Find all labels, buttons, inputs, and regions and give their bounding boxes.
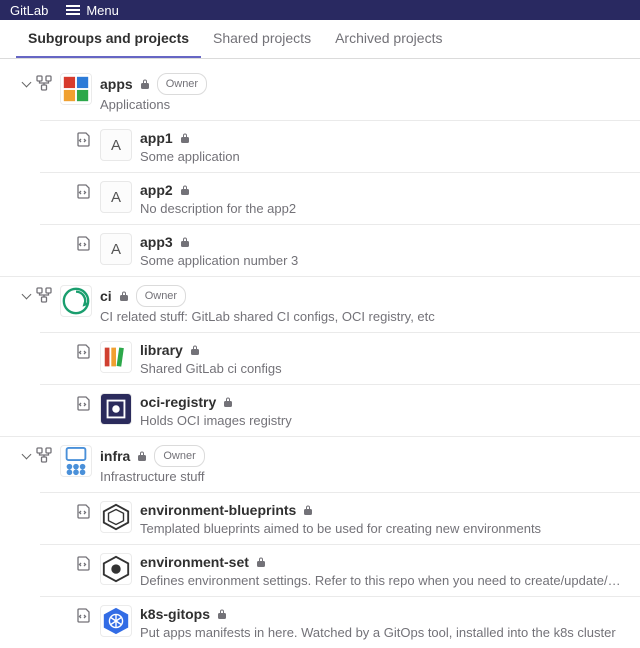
tab-shared-projects[interactable]: Shared projects bbox=[201, 20, 323, 58]
project-icon bbox=[76, 131, 92, 147]
project-row-library[interactable]: library Shared GitLab ci configs bbox=[40, 332, 640, 384]
project-desc: Some application number 3 bbox=[140, 253, 624, 268]
lock-icon bbox=[216, 608, 228, 620]
project-name[interactable]: app1 bbox=[140, 129, 173, 147]
menu-label: Menu bbox=[86, 3, 119, 18]
lock-icon bbox=[255, 556, 267, 568]
project-row-environment-set[interactable]: environment-set Defines environment sett… bbox=[40, 544, 640, 596]
project-avatar[interactable] bbox=[100, 501, 132, 533]
lock-icon bbox=[189, 344, 201, 356]
lock-icon bbox=[179, 236, 191, 248]
menu-button[interactable]: Menu bbox=[66, 3, 119, 18]
project-desc: No description for the app2 bbox=[140, 201, 624, 216]
project-avatar[interactable] bbox=[100, 341, 132, 373]
project-row-app1[interactable]: A app1 Some application bbox=[40, 120, 640, 172]
subgroup-icon bbox=[36, 75, 52, 91]
lock-icon bbox=[118, 290, 130, 302]
lock-icon bbox=[302, 504, 314, 516]
project-avatar[interactable] bbox=[100, 553, 132, 585]
project-desc: Shared GitLab ci configs bbox=[140, 361, 624, 376]
lock-icon bbox=[222, 396, 234, 408]
group-name[interactable]: ci bbox=[100, 287, 112, 305]
project-desc: Some application bbox=[140, 149, 624, 164]
project-row-oci-registry[interactable]: oci-registry Holds OCI images registry bbox=[40, 384, 640, 436]
group-avatar-ci[interactable] bbox=[60, 285, 92, 317]
project-desc: Templated blueprints aimed to be used fo… bbox=[140, 521, 624, 536]
owner-badge: Owner bbox=[136, 285, 186, 307]
group-desc: Infrastructure stuff bbox=[100, 469, 624, 484]
owner-badge: Owner bbox=[157, 73, 207, 95]
project-name[interactable]: environment-set bbox=[140, 553, 249, 571]
project-desc: Holds OCI images registry bbox=[140, 413, 624, 428]
lock-icon bbox=[179, 184, 191, 196]
project-avatar[interactable]: A bbox=[100, 233, 132, 265]
gitlab-logo[interactable]: GitLab bbox=[10, 3, 48, 18]
project-name[interactable]: oci-registry bbox=[140, 393, 216, 411]
group-row-ci[interactable]: ci Owner CI related stuff: GitLab shared… bbox=[0, 276, 640, 332]
chevron-down-icon[interactable] bbox=[22, 450, 32, 460]
project-avatar[interactable] bbox=[100, 605, 132, 637]
project-avatar[interactable]: A bbox=[100, 129, 132, 161]
subgroup-icon bbox=[36, 447, 52, 463]
tab-archived-projects[interactable]: Archived projects bbox=[323, 20, 454, 58]
group-tree: apps Owner Applications A app1 Some appl… bbox=[0, 59, 640, 648]
group-row-infra[interactable]: infra Owner Infrastructure stuff bbox=[0, 436, 640, 492]
project-icon bbox=[76, 503, 92, 519]
project-row-app3[interactable]: A app3 Some application number 3 bbox=[40, 224, 640, 276]
subgroup-icon bbox=[36, 287, 52, 303]
project-row-environment-blueprints[interactable]: environment-blueprints Templated bluepri… bbox=[40, 492, 640, 544]
chevron-down-icon[interactable] bbox=[22, 290, 32, 300]
project-icon bbox=[76, 555, 92, 571]
owner-badge: Owner bbox=[154, 445, 204, 467]
project-icon bbox=[76, 235, 92, 251]
project-avatar[interactable] bbox=[100, 393, 132, 425]
lock-icon bbox=[179, 132, 191, 144]
project-icon bbox=[76, 183, 92, 199]
project-avatar[interactable]: A bbox=[100, 181, 132, 213]
group-row-apps[interactable]: apps Owner Applications bbox=[0, 65, 640, 120]
project-desc: Put apps manifests in here. Watched by a… bbox=[140, 625, 624, 640]
project-icon bbox=[76, 343, 92, 359]
lock-icon bbox=[139, 78, 151, 90]
hamburger-icon bbox=[66, 5, 80, 15]
group-name[interactable]: infra bbox=[100, 447, 130, 465]
project-name[interactable]: environment-blueprints bbox=[140, 501, 296, 519]
project-icon bbox=[76, 607, 92, 623]
project-name[interactable]: k8s-gitops bbox=[140, 605, 210, 623]
top-bar: GitLab Menu bbox=[0, 0, 640, 20]
group-name[interactable]: apps bbox=[100, 75, 133, 93]
project-name[interactable]: library bbox=[140, 341, 183, 359]
project-row-k8s-gitops[interactable]: k8s-gitops Put apps manifests in here. W… bbox=[40, 596, 640, 648]
project-name[interactable]: app2 bbox=[140, 181, 173, 199]
group-avatar-infra[interactable] bbox=[60, 445, 92, 477]
project-desc: Defines environment settings. Refer to t… bbox=[140, 573, 624, 588]
project-icon bbox=[76, 395, 92, 411]
tabs: Subgroups and projects Shared projects A… bbox=[0, 20, 640, 59]
project-row-app2[interactable]: A app2 No description for the app2 bbox=[40, 172, 640, 224]
group-avatar-apps[interactable] bbox=[60, 73, 92, 105]
group-desc: CI related stuff: GitLab shared CI confi… bbox=[100, 309, 624, 324]
project-name[interactable]: app3 bbox=[140, 233, 173, 251]
chevron-down-icon[interactable] bbox=[22, 78, 32, 88]
lock-icon bbox=[136, 450, 148, 462]
tab-subgroups-projects[interactable]: Subgroups and projects bbox=[16, 20, 201, 58]
group-desc: Applications bbox=[100, 97, 624, 112]
